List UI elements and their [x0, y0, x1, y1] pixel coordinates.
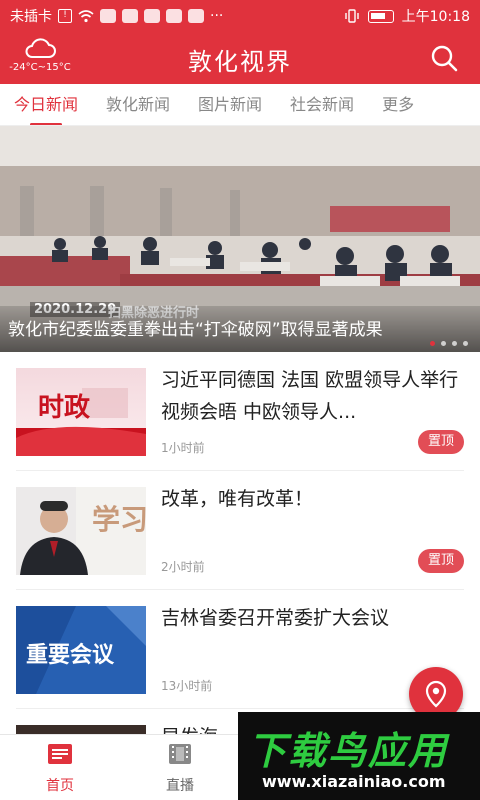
app-header: -24°C~15°C 敦化视界: [0, 32, 480, 84]
battery-icon: [367, 9, 394, 23]
news-time: 1小时前: [161, 441, 205, 455]
thumbnail-label: 重要会议: [26, 642, 115, 668]
nav-home[interactable]: 首页: [20, 743, 100, 795]
headline-banner[interactable]: 2020.12.29 扫黑除恶进行时 敦化市纪委监委重拳出击“打伞破网”取得显著…: [0, 126, 480, 352]
news-title: 改革，唯有改革！: [161, 488, 314, 510]
carousel-dot[interactable]: [463, 341, 468, 346]
news-item[interactable]: 重要会议 吉林省委召开常委扩大会议 13小时前: [16, 590, 464, 709]
tab-society-news[interactable]: 社会新闻: [276, 84, 368, 125]
news-thumbnail: 重要会议: [16, 606, 146, 694]
tab-dunhua-news[interactable]: 敦化新闻: [92, 84, 184, 125]
page-title: 敦化视界: [188, 48, 292, 76]
carrier-label: 未插卡: [10, 9, 52, 25]
nav-label: 首页: [46, 778, 74, 794]
category-tabs: 今日新闻 敦化新闻 图片新闻 社会新闻 更多: [0, 84, 480, 126]
tab-photo-news[interactable]: 图片新闻: [184, 84, 276, 125]
watermark-url: www.xiazainiao.com: [262, 772, 446, 791]
pinned-badge: 置顶: [418, 430, 464, 454]
thumbnail-label: 学习: [92, 503, 146, 536]
home-icon: [48, 744, 72, 764]
wifi-icon: [78, 10, 94, 23]
app-notification-icon: [188, 9, 204, 23]
nav-label: 直播: [166, 778, 194, 794]
nav-live[interactable]: 直播: [140, 743, 220, 795]
vibrate-icon: [344, 9, 359, 23]
app-notification-icon: [144, 9, 160, 23]
news-item[interactable]: 时政 习近平同德国 法国 欧盟领导人举行视频会晤 中欧领导人... 1小时前 置…: [16, 352, 464, 471]
more-notifications-icon: ···: [210, 8, 224, 24]
news-title: 吉林省委召开常委扩大会议: [161, 607, 390, 629]
news-item[interactable]: 学习 改革，唯有改革！ 2小时前 置顶: [16, 471, 464, 590]
clock: 上午10:18: [401, 9, 470, 25]
news-thumbnail: 学习: [16, 487, 146, 575]
sim-icon: !: [58, 9, 72, 23]
pinned-badge: 置顶: [418, 549, 464, 573]
app-notification-icon: [166, 9, 182, 23]
film-icon: [169, 744, 191, 764]
app-notification-icon: [122, 9, 138, 23]
news-time: 2小时前: [161, 560, 205, 574]
thumbnail-label: 时政: [38, 392, 90, 423]
app-notification-icon: [100, 9, 116, 23]
watermark-text: 下载鸟应用: [248, 729, 449, 773]
carousel-dot[interactable]: [452, 341, 457, 346]
location-pin-icon: [425, 680, 447, 708]
tab-today-news[interactable]: 今日新闻: [0, 84, 92, 125]
news-thumbnail: 时政: [16, 368, 146, 456]
carousel-dot[interactable]: [441, 341, 446, 346]
carousel-dot[interactable]: [430, 341, 435, 346]
search-icon[interactable]: [430, 44, 458, 72]
banner-title: 敦化市纪委监委重拳出击“打伞破网”取得显著成果: [8, 320, 383, 340]
news-title: 习近平同德国 法国 欧盟领导人举行视频会晤 中欧领导人...: [161, 369, 459, 423]
site-watermark: 下载鸟应用 www.xiazainiao.com: [238, 712, 480, 800]
status-bar: 未插卡 ! ··· 上午10:18: [0, 0, 480, 32]
news-time: 13小时前: [161, 679, 213, 693]
carousel-indicator: [430, 341, 468, 346]
tab-more[interactable]: 更多: [368, 84, 428, 125]
